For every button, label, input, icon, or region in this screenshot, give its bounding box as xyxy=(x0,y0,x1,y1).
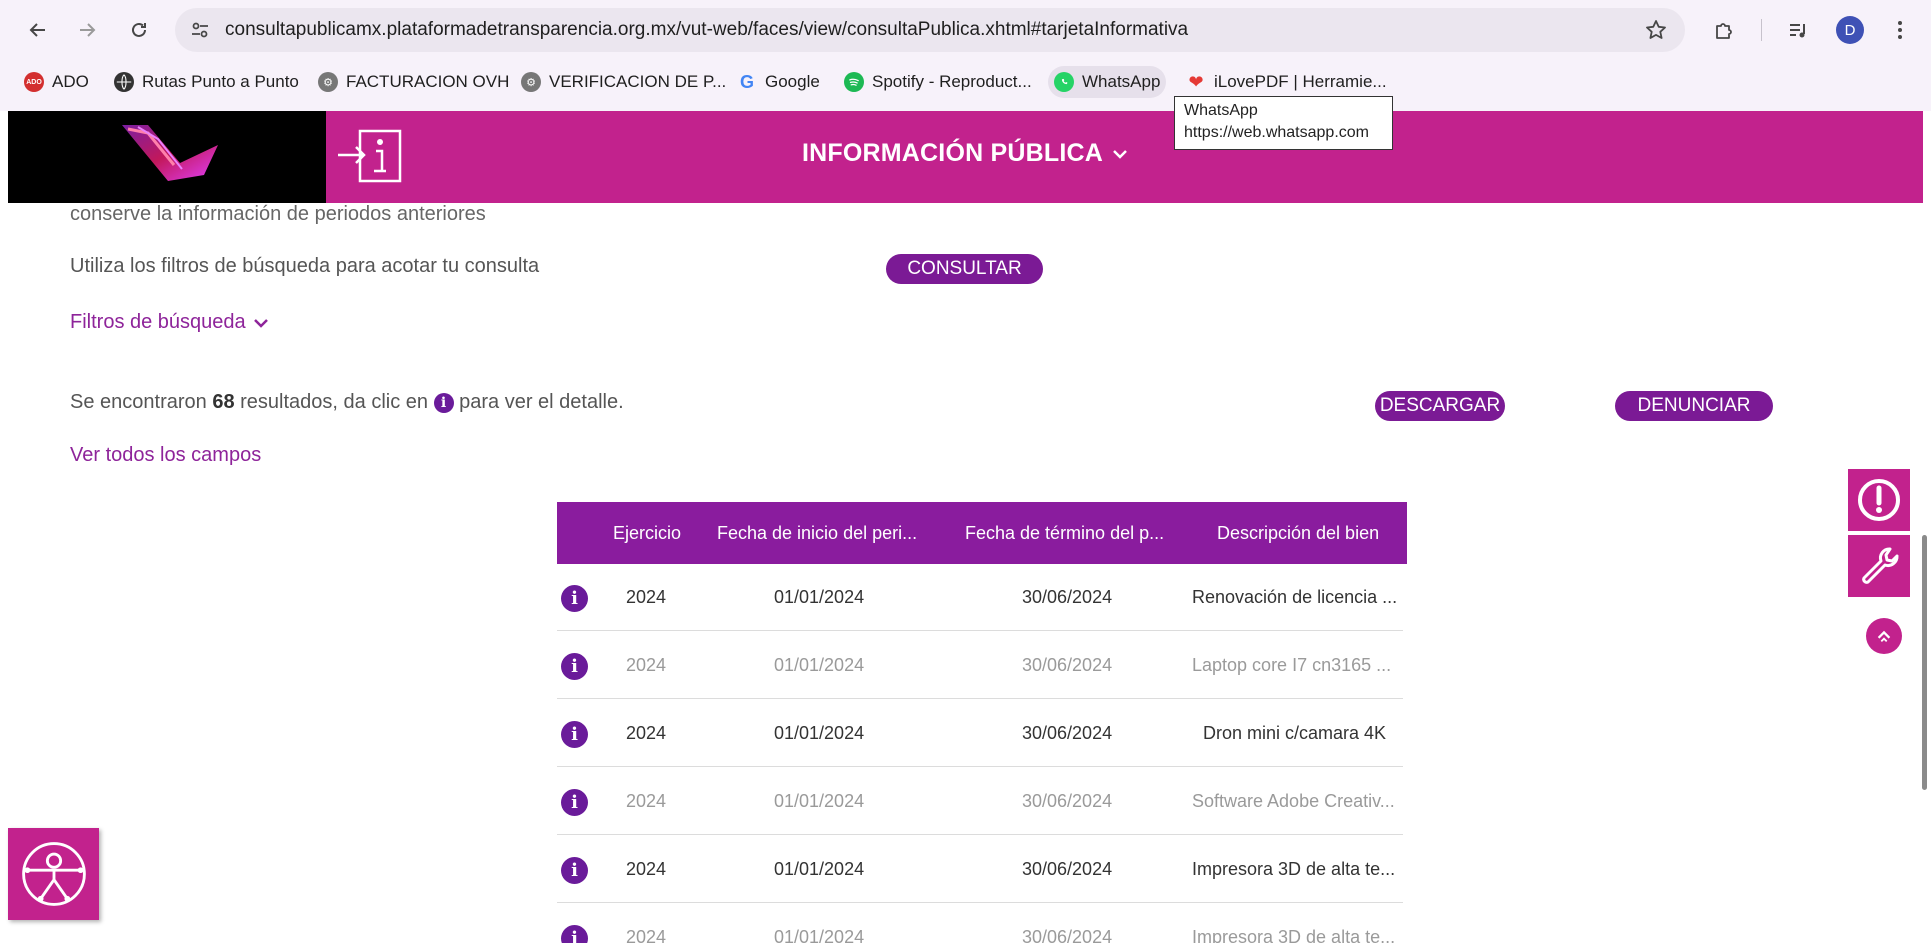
tooltip-title: WhatsApp xyxy=(1184,102,1258,119)
filters-toggle-link[interactable]: Filtros de búsqueda xyxy=(70,311,270,334)
forward-button[interactable] xyxy=(71,14,103,46)
bookmark-facturacion[interactable]: ⚙ FACTURACION OVH xyxy=(312,66,515,98)
more-vert-icon xyxy=(1898,21,1902,39)
column-header-descripcion[interactable]: Descripción del bien xyxy=(1217,502,1379,564)
column-header-ejercicio[interactable]: Ejercicio xyxy=(613,502,681,564)
chevron-down-icon xyxy=(253,318,268,328)
playlist-icon xyxy=(1790,24,1805,38)
column-header-fecha-termino[interactable]: Fecha de término del p... xyxy=(965,502,1164,564)
site-header: INFORMACIÓN PÚBLICA xyxy=(8,111,1923,203)
reload-icon xyxy=(132,22,146,37)
results-summary: Se encontraron 68 resultados, da clic en… xyxy=(70,391,624,413)
filters-link-text: Filtros de búsqueda xyxy=(70,311,246,333)
toolbar-divider xyxy=(1761,19,1762,41)
filter-hint-text: Utiliza los filtros de búsqueda para aco… xyxy=(70,255,540,277)
arrow-right-icon xyxy=(80,23,96,37)
table-header: Ejercicio Fecha de inicio del peri... Fe… xyxy=(557,502,1407,564)
bookmark-whatsapp[interactable]: WhatsApp xyxy=(1048,66,1167,98)
main-content: conserve la información de periodos ante… xyxy=(0,203,1931,943)
gear-icon: ⚙ xyxy=(521,72,541,92)
site-settings-icon[interactable] xyxy=(189,19,211,41)
ilovepdf-icon: ❤ xyxy=(1188,71,1204,92)
site-logo[interactable] xyxy=(8,111,326,203)
menu-button[interactable] xyxy=(1884,14,1916,46)
url-text[interactable]: consultapublicamx.plataformadetransparen… xyxy=(225,19,1188,41)
accessibility-button[interactable] xyxy=(8,828,99,920)
puzzle-icon xyxy=(1716,23,1732,39)
results-count: 68 xyxy=(212,391,235,413)
profile-avatar[interactable]: D xyxy=(1836,16,1864,44)
browser-toolbar: consultapublicamx.plataformadetransparen… xyxy=(0,0,1931,60)
bookmark-rutas[interactable]: Rutas Punto a Punto xyxy=(108,66,305,98)
scroll-top-button[interactable] xyxy=(1866,618,1902,654)
browser-chrome: consultapublicamx.plataformadetransparen… xyxy=(0,0,1931,111)
accessibility-icon xyxy=(21,842,86,906)
exclamation-icon xyxy=(1858,479,1900,521)
row-info-button[interactable]: i xyxy=(561,585,588,612)
media-button[interactable] xyxy=(1782,14,1814,46)
bookmark-ado[interactable]: ADO ADO xyxy=(18,66,95,98)
alert-float-button[interactable] xyxy=(1848,469,1910,531)
back-button[interactable] xyxy=(22,14,54,46)
chevron-down-icon xyxy=(1113,149,1127,159)
logo-ribbon-icon xyxy=(122,125,218,181)
bookmark-star-icon[interactable] xyxy=(1645,19,1667,41)
row-info-button[interactable]: i xyxy=(561,925,588,943)
denunciar-button[interactable]: DENUNCIAR xyxy=(1615,391,1773,421)
wrench-icon xyxy=(1862,547,1899,584)
tooltip-url: https://web.whatsapp.com xyxy=(1184,124,1369,141)
row-info-button[interactable]: i xyxy=(561,857,588,884)
gear-icon: ⚙ xyxy=(318,72,338,92)
reload-button[interactable] xyxy=(123,14,155,46)
header-title-text: INFORMACIÓN PÚBLICA xyxy=(802,139,1104,167)
bookmark-spotify[interactable]: Spotify - Reproduct... xyxy=(838,66,1038,98)
google-icon: G xyxy=(739,71,754,92)
table-row: i 2024 01/01/2024 30/06/2024 Renovación … xyxy=(557,564,1403,631)
table-row: i 2024 01/01/2024 30/06/2024 Impresora 3… xyxy=(557,836,1403,903)
arrow-left-icon xyxy=(29,23,45,37)
arrow-up-icon xyxy=(1877,630,1891,643)
bookmark-google[interactable]: G Google xyxy=(731,66,826,98)
bookmarks-bar: ADO ADO Rutas Punto a Punto ⚙ FACTURACIO… xyxy=(0,62,1931,102)
globe-icon xyxy=(114,72,134,92)
table-row: i 2024 01/01/2024 30/06/2024 Software Ad… xyxy=(557,768,1403,835)
info-page-icon xyxy=(336,125,406,189)
bookmark-ilovepdf[interactable]: ❤ iLovePDF | Herramie... xyxy=(1180,66,1393,98)
consultar-button[interactable]: CONSULTAR xyxy=(886,254,1043,284)
tools-float-button[interactable] xyxy=(1848,535,1910,597)
row-info-button[interactable]: i xyxy=(561,789,588,816)
extensions-button[interactable] xyxy=(1708,14,1740,46)
info-icon: i xyxy=(433,392,454,413)
nav-menu-informacion-publica[interactable]: INFORMACIÓN PÚBLICA xyxy=(802,139,1129,168)
table-row: i 2024 01/01/2024 30/06/2024 Impresora 3… xyxy=(557,904,1403,943)
address-bar[interactable]: consultapublicamx.plataformadetransparen… xyxy=(175,8,1685,52)
scrollbar-thumb[interactable] xyxy=(1922,535,1927,790)
row-info-button[interactable]: i xyxy=(561,721,588,748)
table-row: i 2024 01/01/2024 30/06/2024 Dron mini c… xyxy=(557,700,1403,767)
bookmark-tooltip: WhatsApp https://web.whatsapp.com xyxy=(1174,96,1393,150)
column-header-fecha-inicio[interactable]: Fecha de inicio del peri... xyxy=(717,502,917,564)
row-info-button[interactable]: i xyxy=(561,653,588,680)
ado-icon: ADO xyxy=(24,72,44,92)
partial-description-text: conserve la información de periodos ante… xyxy=(70,203,486,225)
page-scrollbar[interactable] xyxy=(1921,111,1931,943)
descargar-button[interactable]: DESCARGAR xyxy=(1375,391,1505,421)
spotify-icon xyxy=(844,72,864,92)
table-row: i 2024 01/01/2024 30/06/2024 Laptop core… xyxy=(557,632,1403,699)
view-all-fields-link[interactable]: Ver todos los campos xyxy=(70,444,261,467)
whatsapp-icon xyxy=(1054,72,1074,92)
bookmark-verificacion[interactable]: ⚙ VERIFICACION DE P... xyxy=(515,66,732,98)
